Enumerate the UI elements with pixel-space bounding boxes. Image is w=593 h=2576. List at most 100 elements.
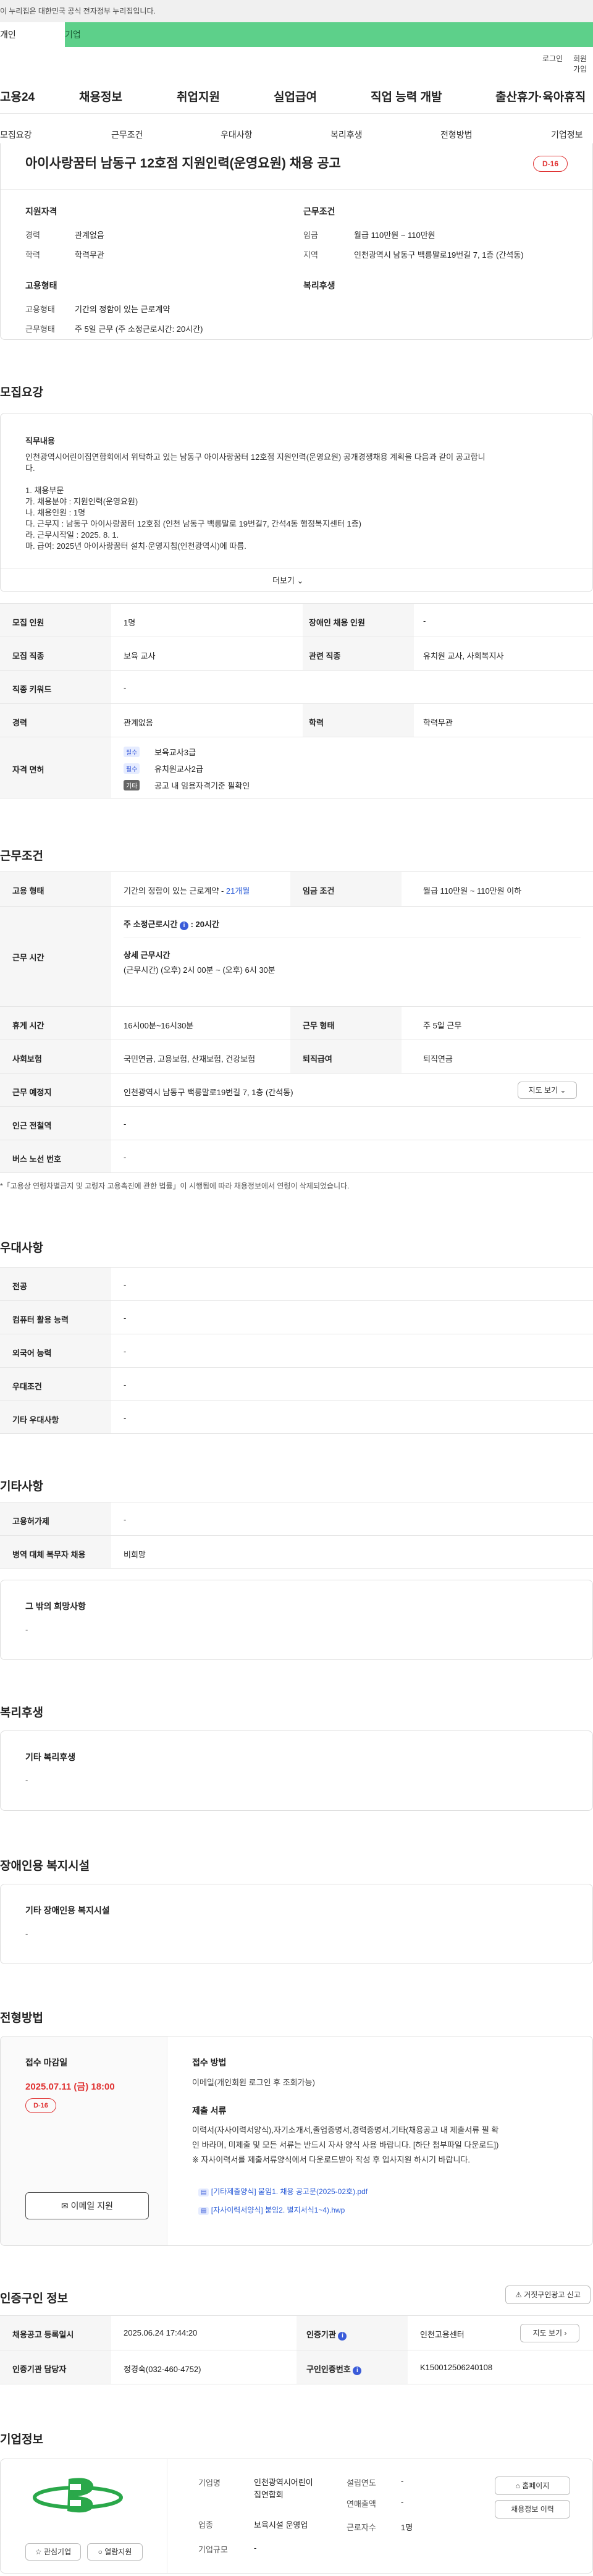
attachment-link[interactable]: ▤ [자사이력서양식] 붙임2. 별지서식1~4).hwp <box>198 2205 345 2215</box>
weekly-value: 20시간 <box>195 920 219 929</box>
chevron-down-icon: ⌄ <box>560 1086 566 1095</box>
td-value: - <box>124 1347 127 1356</box>
td-value: - <box>124 1280 127 1289</box>
info-icon[interactable]: i <box>338 2332 347 2341</box>
homepage-button[interactable]: ⌂ 홈페이지 <box>495 2476 570 2495</box>
th-label: 자격 면허 <box>12 765 44 774</box>
table-row: 사회보험 국민연금, 고용보험, 산재보험, 건강보험 퇴직급여 퇴직연금 <box>0 1040 593 1073</box>
section-title-cert: 인증구인 정보 <box>0 2292 69 2305</box>
home-icon: ⌂ <box>515 2481 520 2490</box>
favorite-company-button[interactable]: ☆ 관심기업 <box>25 2543 81 2561</box>
td-value: 2025.06.24 17:44:20 <box>124 2328 198 2337</box>
section-title-work: 근무조건 <box>0 850 43 863</box>
duty-line: 다. <box>25 464 35 473</box>
login-link[interactable]: 로그인 <box>542 53 563 64</box>
th-label: 고용 형태 <box>12 886 44 896</box>
site-logo[interactable]: 고용24 <box>0 88 35 104</box>
job-summary-card: 아이사랑꿈터 남동구 12호점 지원인력(운영요원) 채용 공고 D-16 지원… <box>0 143 593 340</box>
map-button-label: 지도 보기 <box>532 2329 563 2337</box>
sales-value: - <box>401 2498 404 2507</box>
tab-company[interactable]: 기업 <box>65 22 593 47</box>
map-button-label: 지도 보기 <box>528 1086 558 1095</box>
emptype-months: 21개월 <box>225 886 250 896</box>
qual-title: 지원자격 <box>25 206 57 216</box>
edu-value: 학력무관 <box>75 250 104 260</box>
map-button[interactable]: 지도 보기 › <box>520 2324 579 2342</box>
th-label: 고용허가제 <box>12 1517 49 1526</box>
gnb-item[interactable]: 실업급여 <box>274 88 317 104</box>
th-label: 구인인증번호 i <box>306 2363 362 2375</box>
table-row: 버스 노선 번호 - <box>0 1140 593 1173</box>
gnb-item[interactable]: 직업 능력 개발 <box>371 88 442 104</box>
hope-title: 그 밖의 희망사항 <box>25 1601 86 1611</box>
td-value: 기간의 정함이 있는 근로계약 - 21개월 <box>124 884 250 896</box>
duty-card: 직무내용 인천광역시어린이집연합회에서 위탁하고 있는 남동구 아이사랑꿈터 1… <box>0 413 593 592</box>
more-button[interactable]: 더보기 ⌄ <box>272 574 303 586</box>
report-button[interactable]: ⚠ 거짓구인광고 신고 <box>505 2286 591 2304</box>
job-history-button[interactable]: 채용정보 이력 <box>495 2500 570 2519</box>
follow-button[interactable]: ○ 열람지원 <box>87 2543 143 2561</box>
attachment-link[interactable]: ▤ [기타제출양식] 붙임1. 채용 공고문(2025-02호).pdf <box>198 2186 368 2197</box>
worktype-label: 근무형태 <box>25 324 55 334</box>
email-apply-button[interactable]: ✉ 이메일 지원 <box>25 2192 149 2219</box>
loc-value: 인천광역시 남동구 백릉말로19번길 7, 1층 (간석동) <box>354 250 524 260</box>
career-label: 경력 <box>25 231 40 240</box>
subnav-item[interactable]: 복리후생 <box>330 129 363 141</box>
subnav-item[interactable]: 전형방법 <box>440 129 473 141</box>
td-value: 국민연금, 고용보험, 산재보험, 건강보험 <box>124 1054 256 1064</box>
method-value: 이메일(개인회원 로그인 후 조회가능) <box>192 2078 315 2087</box>
dday-badge: D-16 <box>533 156 568 172</box>
edu-label: 학력 <box>25 250 40 260</box>
td-value: K150012506240108 <box>420 2363 493 2372</box>
td-value: - <box>124 1380 127 1389</box>
gnb-item[interactable]: 출산휴가·육아휴직 <box>495 88 586 104</box>
table-row: 채용공고 등록일시 2025.06.24 17:44:20 인증기관 i 인천고… <box>0 2315 593 2350</box>
warning-icon: ⚠ <box>515 2290 522 2299</box>
th-label: 외국어 능력 <box>12 1349 52 1358</box>
th-label: 임금 조건 <box>303 886 335 896</box>
age-note: *「고용상 연령차별금지 및 고령자 고용촉진에 관한 법률」이 시행됨에 따라… <box>0 1182 350 1190</box>
td-value: 비희망 <box>124 1550 146 1559</box>
th-label: 컴퓨터 활용 능력 <box>12 1315 69 1324</box>
chevron-down-icon: ⌄ <box>296 576 304 585</box>
table-row: 인증기관 담당자 정경숙(032-460-4752) 구인인증번호 i K150… <box>0 2350 593 2384</box>
section-title-process: 전형방법 <box>0 2012 43 2025</box>
gnb-item[interactable]: 취업지원 <box>177 88 220 104</box>
disabled-card: 기타 장애인용 복지시설 - <box>0 1884 593 1964</box>
td-value: 인천광역시 남동구 백릉말로19번길 7, 1층 (간석동) <box>124 1088 293 1097</box>
welfare-card: 기타 복리후생 - <box>0 1731 593 1811</box>
docs-text: 이력서(자사이력서양식),자기소개서,졸업증명서,경력증명서,기타(채용공고 내… <box>192 2123 575 2167</box>
deadline-title: 접수 마감일 <box>25 2057 68 2067</box>
tab-personal[interactable]: 개인 <box>0 22 65 47</box>
th-label: 모집 인원 <box>12 618 44 627</box>
member-type-tabs: 개인 기업 <box>0 22 593 47</box>
th-label: 직종 키워드 <box>12 685 52 694</box>
join-link[interactable]: 회원가입 <box>573 53 593 74</box>
docs-line: ※ 자사이력서를 제출서류양식에서 다운로드받아 작성 후 입사지원 하시기 바… <box>192 2155 471 2164</box>
map-button[interactable]: 지도 보기 ⌄ <box>518 1082 577 1099</box>
follow-label: 열람지원 <box>104 2548 132 2556</box>
duty-line: 가. 채용분야 : 지원인력(운영요원) <box>25 497 138 506</box>
deadline-value: 2025.07.11 (금) 18:00 <box>25 2082 115 2092</box>
disabled-card-value: - <box>25 1929 28 1938</box>
subnav-item[interactable]: 기업정보 <box>551 129 583 141</box>
section-title-company: 기업정보 <box>0 2433 43 2446</box>
industry-value: 보육시설 운영업 <box>254 2520 308 2530</box>
detail-title: 상세 근무시간 <box>124 951 170 960</box>
th-label: 인증기관 담당자 <box>12 2365 67 2374</box>
detail-hours: (근무시간) (오후) 2시 00분 ~ (오후) 6시 30분 <box>124 965 275 975</box>
process-card: 접수 마감일 2025.07.11 (금) 18:00 D-16 ✉ 이메일 지… <box>0 2036 593 2246</box>
gnb-item[interactable]: 채용정보 <box>79 88 122 104</box>
subnav-item[interactable]: 모집요강 <box>0 129 32 141</box>
subnav-item[interactable]: 근무조건 <box>111 129 143 141</box>
attachment-name: [기타제출양식] 붙임1. 채용 공고문(2025-02호).pdf <box>211 2187 368 2196</box>
year-label: 설립연도 <box>347 2478 376 2488</box>
subnav-item[interactable]: 우대사항 <box>221 129 253 141</box>
info-icon[interactable]: i <box>179 922 188 930</box>
emptype-value: 기간의 정함이 있는 근로계약 <box>75 305 170 314</box>
th-label: 관련 직종 <box>309 651 341 661</box>
company-logo <box>33 2478 123 2513</box>
table-row: 기타 우대사항 - <box>0 1400 593 1434</box>
info-icon[interactable]: i <box>353 2366 362 2375</box>
td-value: 퇴직연금 <box>423 1054 453 1064</box>
